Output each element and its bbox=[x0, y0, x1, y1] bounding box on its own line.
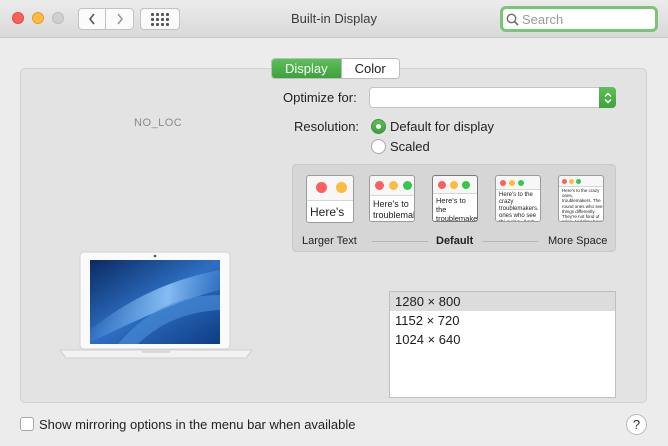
zoom-window-button[interactable] bbox=[52, 12, 64, 24]
scale-option-2[interactable]: Here's to troublemak bbox=[369, 175, 415, 222]
radio-scaled-label[interactable]: Scaled bbox=[390, 139, 430, 154]
optimize-select[interactable] bbox=[369, 87, 616, 108]
back-button[interactable] bbox=[78, 8, 106, 30]
scale-sample-text: Here's to the crazy ones, troublemakers.… bbox=[559, 186, 603, 221]
scale-option-larger-text[interactable]: Here's bbox=[306, 175, 354, 223]
search-input[interactable] bbox=[522, 11, 642, 27]
mirroring-checkbox[interactable] bbox=[20, 417, 34, 431]
tab-bar: Display Color bbox=[271, 58, 400, 79]
help-button[interactable]: ? bbox=[626, 414, 647, 435]
scale-label-larger-text: Larger Text bbox=[302, 235, 357, 247]
list-item[interactable]: 1024 × 640 bbox=[390, 330, 615, 349]
display-name-placeholder: NO_LOC bbox=[134, 117, 183, 129]
scale-divider bbox=[482, 241, 538, 242]
radio-default-for-display-label[interactable]: Default for display bbox=[390, 119, 494, 134]
close-window-button[interactable] bbox=[12, 12, 24, 24]
tab-display[interactable]: Display bbox=[272, 59, 341, 78]
search-icon bbox=[506, 13, 519, 26]
minimize-window-button[interactable] bbox=[32, 12, 44, 24]
scale-option-4[interactable]: Here's to the crazy troublemakers. ones … bbox=[495, 175, 541, 222]
scale-sample-text: Here's to troublemak bbox=[370, 195, 414, 221]
forward-button[interactable] bbox=[106, 8, 134, 30]
resolution-label: Resolution: bbox=[294, 119, 360, 134]
scale-sample-text: Here's bbox=[307, 200, 353, 222]
chevron-left-icon bbox=[88, 13, 95, 25]
radio-scaled[interactable] bbox=[371, 139, 386, 154]
list-item[interactable]: 1152 × 720 bbox=[390, 311, 615, 330]
scale-sample-text: Here's to the troublemakers. ones who se… bbox=[433, 193, 477, 221]
mirroring-checkbox-label[interactable]: Show mirroring options in the menu bar w… bbox=[39, 417, 356, 432]
scale-option-default[interactable]: Here's to the troublemakers. ones who se… bbox=[432, 175, 478, 222]
scale-sample-text: Here's to the crazy troublemakers. ones … bbox=[496, 189, 540, 221]
show-all-button[interactable] bbox=[140, 8, 180, 30]
scale-label-more-space: More Space bbox=[548, 235, 608, 247]
scale-divider bbox=[372, 241, 428, 242]
optimize-label: Optimize for: bbox=[283, 90, 357, 105]
scale-option-more-space[interactable]: Here's to the crazy ones, troublemakers.… bbox=[558, 175, 604, 222]
updown-chevron-icon bbox=[599, 87, 616, 108]
grid-icon bbox=[151, 12, 154, 16]
resolution-list[interactable]: 1280 × 800 1152 × 720 1024 × 640 bbox=[389, 291, 616, 398]
chevron-right-icon bbox=[116, 13, 123, 25]
laptop-illustration bbox=[59, 251, 253, 359]
search-field[interactable] bbox=[500, 6, 658, 32]
radio-default-for-display[interactable] bbox=[371, 119, 386, 134]
tab-color[interactable]: Color bbox=[340, 59, 399, 78]
scale-label-default: Default bbox=[436, 235, 474, 247]
list-item[interactable]: 1280 × 800 bbox=[390, 292, 615, 311]
